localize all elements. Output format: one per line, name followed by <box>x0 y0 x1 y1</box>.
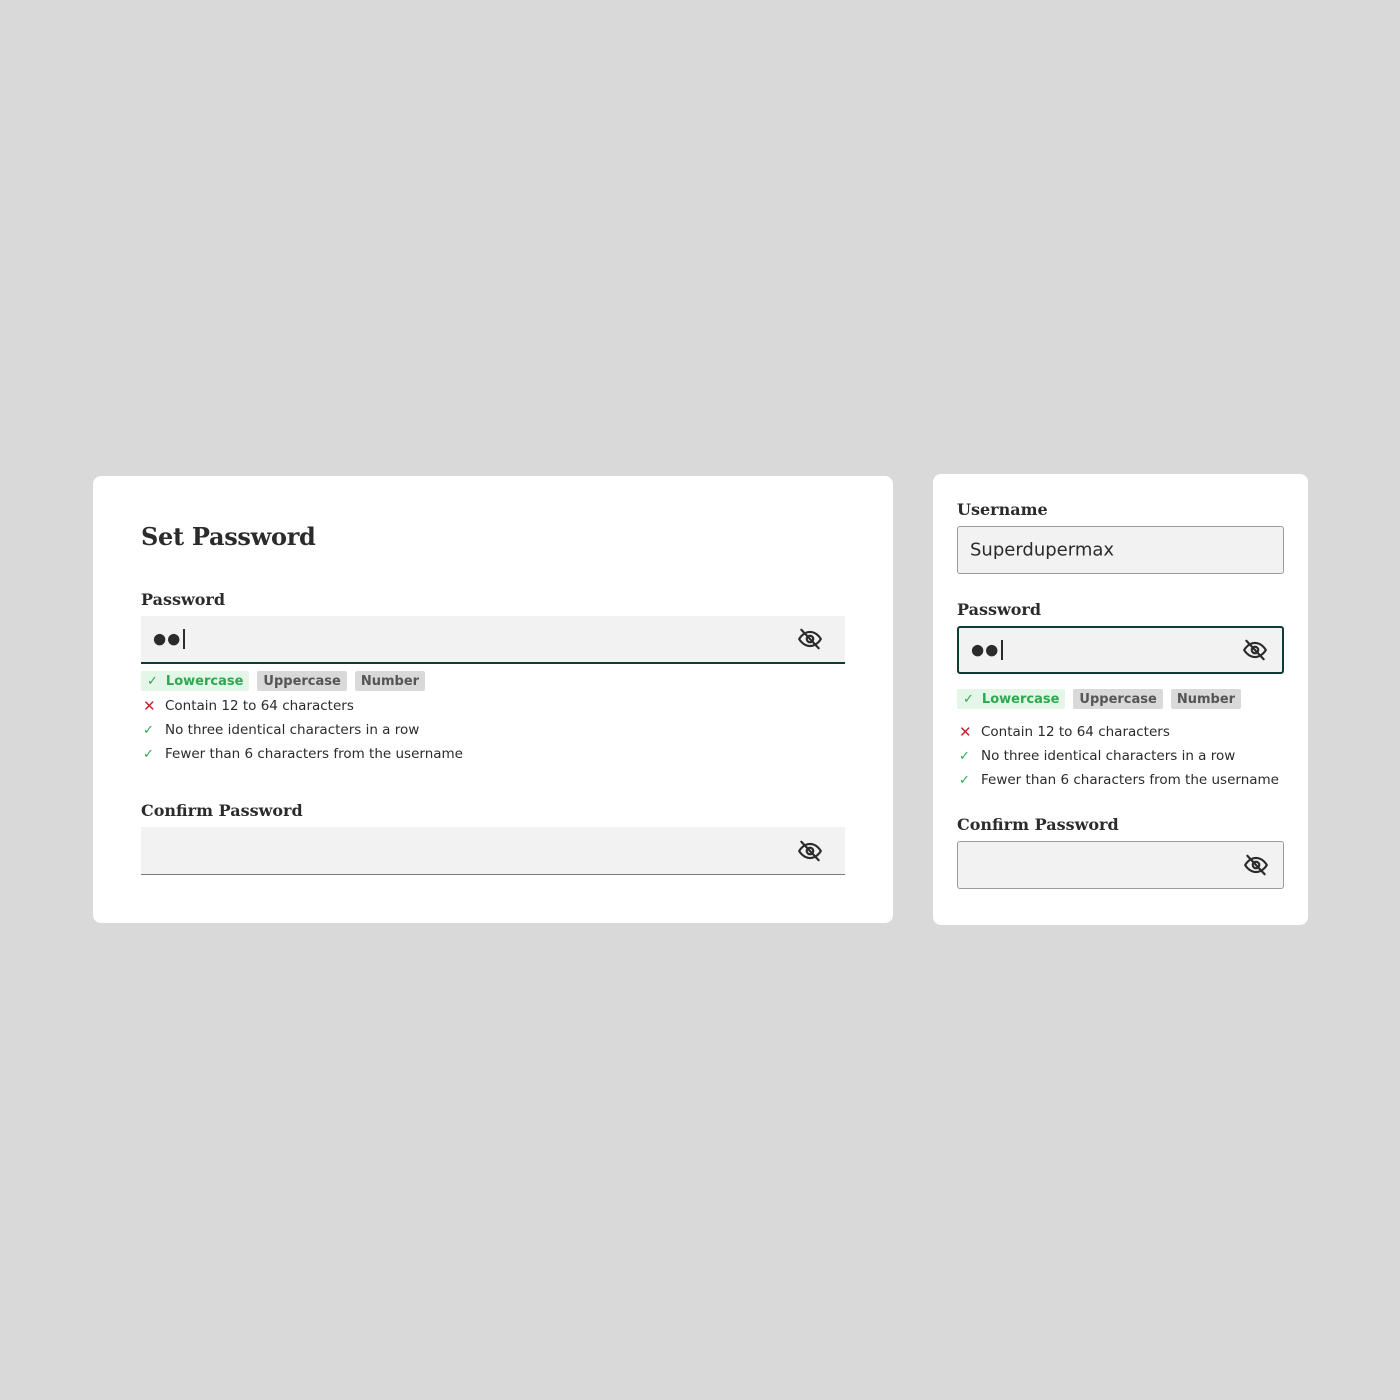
confirm-password-input[interactable] <box>141 827 845 875</box>
password-label: Password <box>141 590 226 609</box>
cross-icon: ✕ <box>143 697 156 715</box>
rule-length: ✕ Contain 12 to 64 characters <box>143 697 354 715</box>
password-value: ●● <box>153 629 185 649</box>
text-caret <box>1001 640 1003 660</box>
set-password-card-wide: Set Password Password ●● ✓ Lowercase Uppe… <box>93 476 893 923</box>
confirm-password-label: Confirm Password <box>957 815 1119 834</box>
lowercase-tag: ✓ Lowercase <box>141 671 250 691</box>
rule-username: ✓ Fewer than 6 characters from the userna… <box>143 746 463 762</box>
uppercase-tag: Uppercase <box>257 671 347 691</box>
number-tag: Number <box>1170 689 1242 709</box>
page-title: Set Password <box>141 522 316 551</box>
password-rules-list: ✕ Contain 12 to 64 characters ✓ No three i… <box>141 694 463 766</box>
check-icon: ✓ <box>143 722 154 738</box>
rule-no-repeat: ✓ No three identical characters in a row <box>143 722 420 738</box>
password-criteria-tags: ✓ Lowercase Uppercase Number <box>141 671 426 691</box>
eye-slash-icon[interactable] <box>797 838 823 864</box>
confirm-password-label: Confirm Password <box>141 801 303 820</box>
eye-slash-icon[interactable] <box>1242 637 1268 663</box>
rule-no-repeat: ✓ No three identical characters in a row <box>959 748 1236 764</box>
password-criteria-tags: ✓ Lowercase Uppercase Number <box>957 689 1242 709</box>
rule-username: ✓ Fewer than 6 characters from the userna… <box>959 772 1279 788</box>
set-password-card-compact: Username Superdupermax Password ●● ✓ Lowe… <box>933 474 1308 925</box>
password-input[interactable]: ●● <box>141 616 845 664</box>
lowercase-tag: ✓ Lowercase <box>957 689 1066 709</box>
number-tag: Number <box>354 671 426 691</box>
text-caret <box>183 629 185 649</box>
check-icon: ✓ <box>963 691 974 707</box>
check-icon: ✓ <box>959 748 970 764</box>
eye-slash-icon[interactable] <box>797 626 823 652</box>
check-icon: ✓ <box>147 673 158 689</box>
rule-length: ✕ Contain 12 to 64 characters <box>959 723 1170 741</box>
username-value: Superdupermax <box>970 539 1115 561</box>
check-icon: ✓ <box>959 772 970 788</box>
eye-slash-icon[interactable] <box>1243 852 1269 878</box>
cross-icon: ✕ <box>959 723 972 741</box>
username-label: Username <box>957 500 1048 519</box>
check-icon: ✓ <box>143 746 154 762</box>
confirm-password-input[interactable] <box>957 841 1284 889</box>
password-label: Password <box>957 600 1042 619</box>
password-rules-list: ✕ Contain 12 to 64 characters ✓ No three i… <box>957 720 1279 792</box>
password-value: ●● <box>971 640 1003 660</box>
username-input[interactable]: Superdupermax <box>957 526 1284 574</box>
password-input[interactable]: ●● <box>957 626 1284 674</box>
uppercase-tag: Uppercase <box>1073 689 1163 709</box>
